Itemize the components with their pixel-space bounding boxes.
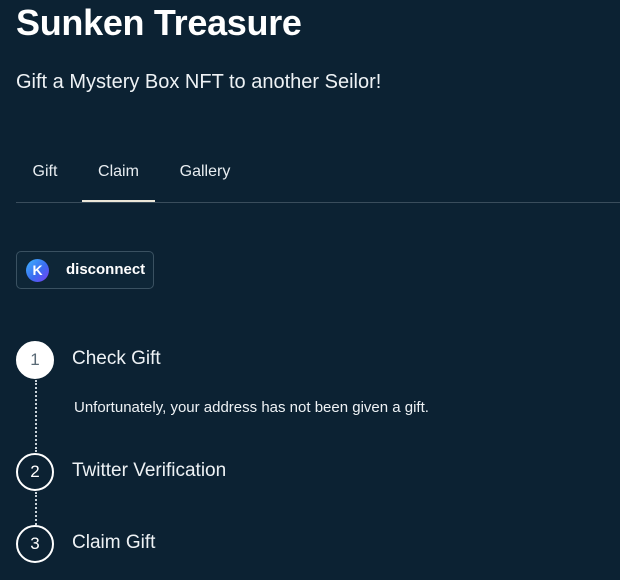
tab-gift[interactable]: Gift (16, 148, 74, 201)
step-1-number: 1 (16, 341, 54, 379)
step-connector-1-2 (35, 380, 37, 452)
tab-bar: Gift Claim Gallery (16, 148, 620, 203)
disconnect-label: disconnect (66, 261, 146, 278)
step-3-number: 3 (16, 525, 54, 563)
step-2-number: 2 (16, 453, 54, 491)
step-connector-2-3 (35, 492, 37, 525)
step-2-label[interactable]: Twitter Verification (72, 460, 226, 482)
sunken-treasure-page: Sunken Treasure Gift a Mystery Box NFT t… (0, 0, 620, 580)
step-1-label[interactable]: Check Gift (72, 348, 161, 370)
step-3-label[interactable]: Claim Gift (72, 532, 155, 554)
disconnect-wallet-button[interactable]: K disconnect (16, 251, 154, 289)
step-1-message: Unfortunately, your address has not been… (74, 399, 429, 416)
keplr-wallet-icon: K (26, 259, 49, 282)
tab-claim[interactable]: Claim (82, 148, 155, 202)
tab-gallery[interactable]: Gallery (166, 148, 244, 201)
page-title: Sunken Treasure (16, 2, 302, 43)
page-subtitle: Gift a Mystery Box NFT to another Seilor… (16, 71, 382, 93)
